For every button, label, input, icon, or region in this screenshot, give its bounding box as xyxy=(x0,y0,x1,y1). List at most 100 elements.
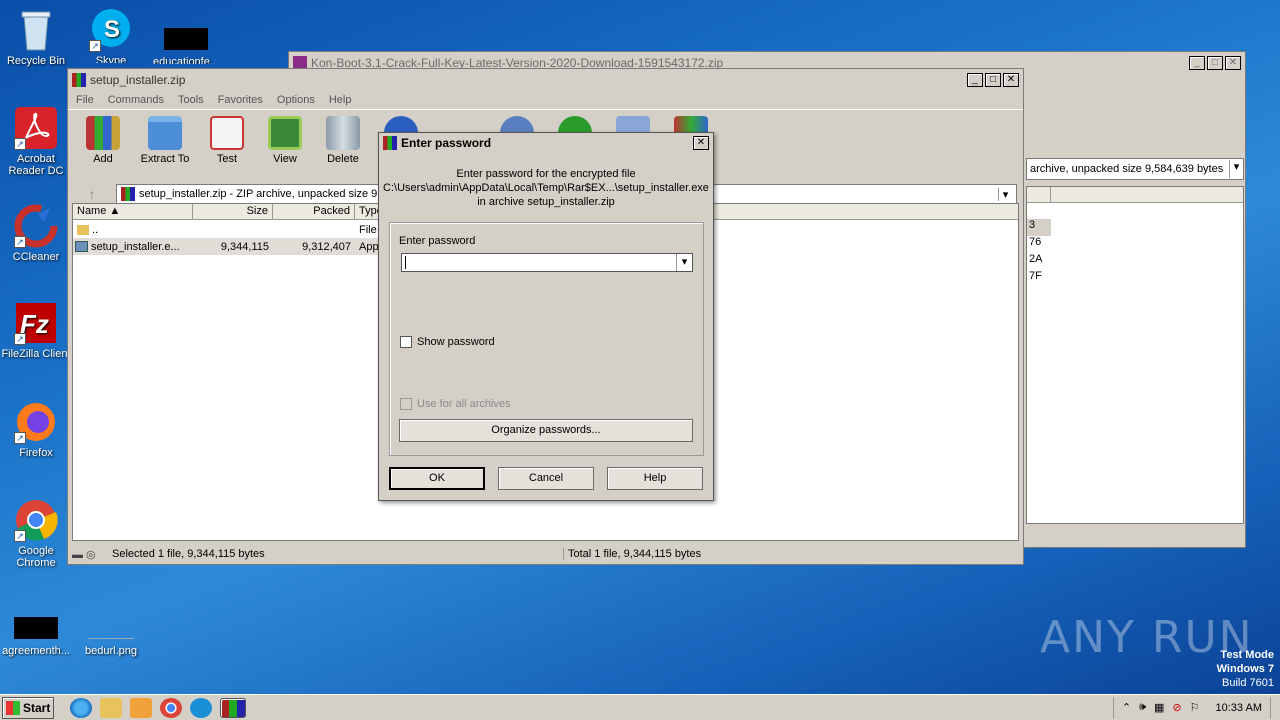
desktop-icon-chrome[interactable]: ↗ Google Chrome xyxy=(0,498,72,569)
organize-passwords-button[interactable]: Organize passwords... xyxy=(399,419,693,442)
desktop-icon-label: CCleaner xyxy=(12,251,60,263)
show-password-label: Show password xyxy=(417,336,495,348)
clock[interactable]: 10:33 AM xyxy=(1216,702,1262,714)
view-label: View xyxy=(273,153,297,165)
menu-help[interactable]: Help xyxy=(329,94,352,106)
main-window-title: setup_installer.zip xyxy=(90,73,186,87)
flag-icon[interactable]: ⚐ xyxy=(1190,701,1200,714)
back-list-pane[interactable]: 3 76 2A 7F xyxy=(1026,186,1244,524)
shortcut-arrow-icon: ↗ xyxy=(14,432,26,444)
file-thumbnail-icon xyxy=(164,28,208,50)
row-name: .. xyxy=(92,223,99,236)
tray-expand-icon[interactable]: ⌃ xyxy=(1122,701,1131,714)
dialog-message-line2: C:\Users\admin\AppData\Local\Temp\Rar$EX… xyxy=(383,182,709,194)
winrar-taskbar-button[interactable] xyxy=(220,697,246,718)
view-book-icon xyxy=(268,116,302,150)
show-desktop-button[interactable] xyxy=(1270,696,1280,719)
start-button[interactable]: Start xyxy=(2,696,54,719)
desktop-icon-firefox[interactable]: ↗ Firefox xyxy=(0,400,72,459)
use-for-all-checkbox[interactable]: Use for all archives xyxy=(400,398,511,411)
extract-to-button[interactable]: Extract To xyxy=(138,116,192,175)
password-group: Enter password ▾ Show password Use for a… xyxy=(389,222,704,456)
desktop-icon-acrobat[interactable]: ↗ Acrobat Reader DC xyxy=(0,106,72,177)
chevron-down-icon[interactable]: ▾ xyxy=(676,254,692,271)
close-button[interactable]: ✕ xyxy=(1003,73,1019,87)
menu-bar: File Commands Tools Favorites Options He… xyxy=(68,91,1023,109)
menu-file[interactable]: File xyxy=(76,94,94,106)
desktop-icon-label: Skype xyxy=(95,55,127,63)
checkbox-box[interactable] xyxy=(400,336,412,349)
up-arrow-icon[interactable]: ↑ xyxy=(74,186,110,202)
shortcut-arrow-icon: ↗ xyxy=(89,40,101,52)
extract-folder-icon xyxy=(148,116,182,150)
image-file-icon xyxy=(88,617,134,639)
desktop-icon-filezilla[interactable]: Fz ↗ FileZilla Client xyxy=(0,301,72,360)
add-button[interactable]: Add xyxy=(80,116,126,175)
explorer-icon[interactable] xyxy=(100,697,122,718)
column-size[interactable]: Size xyxy=(193,204,273,219)
enter-password-dialog[interactable]: Enter password ✕ Enter password for the … xyxy=(378,132,714,501)
desktop-icon-recycle-bin[interactable]: Recycle Bin xyxy=(0,8,72,67)
maximize-button[interactable]: □ xyxy=(985,73,1001,87)
text-caret xyxy=(405,256,406,269)
shortcut-arrow-icon: ↗ xyxy=(14,333,26,345)
menu-options[interactable]: Options xyxy=(277,94,315,106)
main-window-titlebar[interactable]: setup_installer.zip _ □ ✕ xyxy=(68,69,1023,91)
ie-icon[interactable] xyxy=(70,697,92,718)
recycle-bin-icon xyxy=(14,8,58,52)
delete-button[interactable]: Delete xyxy=(320,116,366,175)
back-value-cell: 2A xyxy=(1029,253,1043,265)
show-password-checkbox[interactable]: Show password xyxy=(400,336,495,349)
dialog-close-button[interactable]: ✕ xyxy=(693,136,709,150)
status-total: Total 1 file, 9,344,115 bytes xyxy=(568,548,702,560)
minimize-button[interactable]: _ xyxy=(967,73,983,87)
zip-archive-icon xyxy=(121,187,135,201)
trash-icon xyxy=(326,116,360,150)
password-input[interactable]: ▾ xyxy=(401,253,693,272)
svg-text:S: S xyxy=(104,16,120,43)
network-icon[interactable]: ▦ xyxy=(1154,701,1164,714)
dialog-titlebar[interactable]: Enter password ✕ xyxy=(379,133,713,153)
cancel-button[interactable]: Cancel xyxy=(498,467,594,490)
column-name[interactable]: Name ▲ xyxy=(73,204,193,219)
desktop-icon-educationfe[interactable]: educationfe... xyxy=(150,28,222,64)
view-button[interactable]: View xyxy=(262,116,308,175)
acrobat-icon: ↗ xyxy=(14,106,58,150)
row-size: 9,344,115 xyxy=(220,240,269,253)
file-thumbnail-icon xyxy=(14,617,58,639)
chrome-icon[interactable] xyxy=(160,697,182,718)
test-button[interactable]: Test xyxy=(204,116,250,175)
action-center-icon[interactable]: ⊘ xyxy=(1172,701,1181,714)
taskbar: Start ⌃ 🕪 ▦ ⊘ ⚐ 10:33 AM xyxy=(0,694,1280,720)
dialog-message: Enter password for the encrypted file C:… xyxy=(379,167,713,209)
chrome-icon: ↗ xyxy=(14,498,58,542)
close-button[interactable]: ✕ xyxy=(1225,56,1241,70)
desktop-icon-agreement[interactable]: agreementh... xyxy=(0,617,72,657)
table-row[interactable]: setup_installer.e... 9,344,115 9,312,407… xyxy=(73,238,389,255)
column-packed[interactable]: Packed xyxy=(273,204,355,219)
start-label: Start xyxy=(23,700,51,715)
password-field-label: Enter password xyxy=(399,235,476,247)
back-address-field[interactable]: archive, unpacked size 9,584,639 bytes ▾ xyxy=(1026,158,1244,180)
desktop-icon-ccleaner[interactable]: ↗ CCleaner xyxy=(0,204,72,263)
desktop-icon-label: Firefox xyxy=(19,447,53,459)
edge-icon[interactable] xyxy=(190,697,212,718)
media-player-icon[interactable] xyxy=(130,697,152,718)
back-value-cell: 7F xyxy=(1029,270,1042,282)
ok-button[interactable]: OK xyxy=(389,467,485,490)
minimize-button[interactable]: _ xyxy=(1189,56,1205,70)
menu-favorites[interactable]: Favorites xyxy=(218,94,263,106)
chevron-down-icon[interactable]: ▾ xyxy=(1229,160,1243,178)
back-value-cell: 3 xyxy=(1027,219,1051,236)
volume-icon[interactable]: 🕪 xyxy=(1139,701,1146,714)
menu-tools[interactable]: Tools xyxy=(178,94,204,106)
dialog-message-line1: Enter password for the encrypted file xyxy=(456,168,636,180)
menu-commands[interactable]: Commands xyxy=(108,94,164,106)
checkbox-box[interactable] xyxy=(400,398,412,411)
desktop-icon-bedurl[interactable]: bedurl.png xyxy=(75,617,147,657)
chevron-down-icon[interactable]: ▾ xyxy=(998,187,1012,201)
desktop-icon-skype[interactable]: S ↗ Skype xyxy=(75,8,147,63)
help-button[interactable]: Help xyxy=(607,467,703,490)
maximize-button[interactable]: □ xyxy=(1207,56,1223,70)
firefox-icon: ↗ xyxy=(14,400,58,444)
